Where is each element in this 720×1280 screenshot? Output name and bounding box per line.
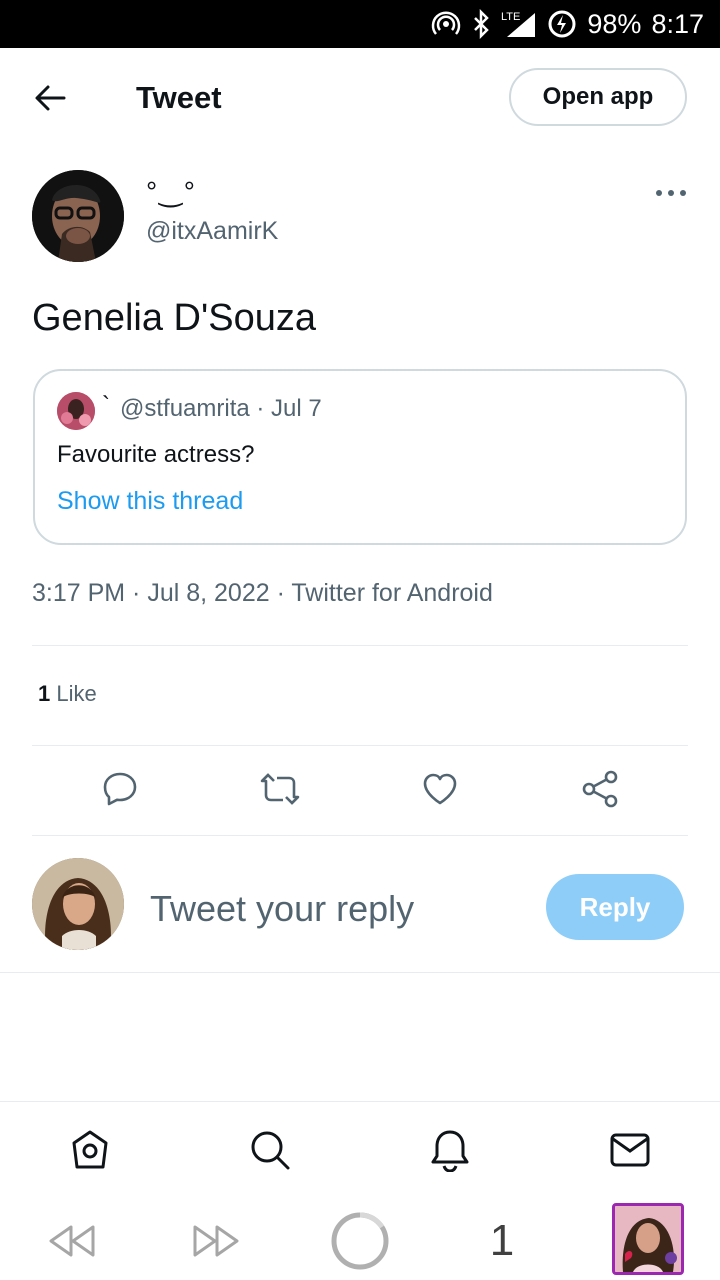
quoted-text: Favourite actress? xyxy=(57,441,255,468)
quoted-handle-date: @stfuamrita · Jul 7 xyxy=(120,395,322,422)
retweet-icon[interactable] xyxy=(258,767,302,811)
page-title: Tweet xyxy=(136,80,222,115)
notifications-icon[interactable] xyxy=(428,1128,472,1172)
svg-text:LTE: LTE xyxy=(501,11,520,23)
reply-icon[interactable] xyxy=(98,767,142,811)
battery-percent: 98% xyxy=(587,8,642,39)
more-options-icon[interactable] xyxy=(656,186,686,200)
show-thread-link[interactable]: Show this thread xyxy=(57,484,243,518)
author-handle[interactable]: @itxAamirK xyxy=(146,214,278,248)
clock: 8:17 xyxy=(651,8,704,39)
bluetooth-icon xyxy=(471,9,491,39)
user-avatar xyxy=(32,858,124,950)
loading-spinner-icon xyxy=(330,1212,390,1270)
hotspot-icon xyxy=(431,9,461,39)
arrow-left-icon xyxy=(35,85,66,111)
quoted-display-name: ` xyxy=(102,392,110,419)
signal-icon: LTE xyxy=(501,9,537,39)
home-icon[interactable] xyxy=(68,1128,112,1172)
divider xyxy=(0,972,720,973)
divider xyxy=(32,835,688,836)
fast-forward-icon[interactable] xyxy=(188,1212,244,1270)
status-bar: LTE 98% 8:17 xyxy=(0,0,720,48)
reply-input[interactable]: Tweet your reply xyxy=(150,886,414,932)
divider xyxy=(32,645,688,646)
reply-button[interactable]: Reply xyxy=(546,874,684,940)
divider xyxy=(32,745,688,746)
likes-count[interactable]: 1 Like xyxy=(38,679,97,709)
open-app-button[interactable]: Open app xyxy=(509,68,687,126)
tab-thumbnail[interactable] xyxy=(612,1203,684,1275)
battery-charging-icon xyxy=(547,9,577,39)
like-icon[interactable] xyxy=(418,767,462,811)
search-icon[interactable] xyxy=(248,1128,292,1172)
rewind-icon[interactable] xyxy=(44,1212,100,1270)
tweet-text: Genelia D'Souza xyxy=(32,297,316,339)
messages-icon[interactable] xyxy=(608,1128,652,1172)
divider xyxy=(0,1101,720,1102)
tab-count[interactable]: 1 xyxy=(480,1212,524,1270)
quoted-avatar xyxy=(57,392,95,430)
back-button[interactable] xyxy=(28,78,72,118)
author-avatar[interactable] xyxy=(32,170,124,262)
author-display-name[interactable]: °‿° xyxy=(146,172,197,212)
tweet-meta: 3:17 PM · Jul 8, 2022 · Twitter for Andr… xyxy=(32,579,493,607)
share-icon[interactable] xyxy=(578,767,622,811)
